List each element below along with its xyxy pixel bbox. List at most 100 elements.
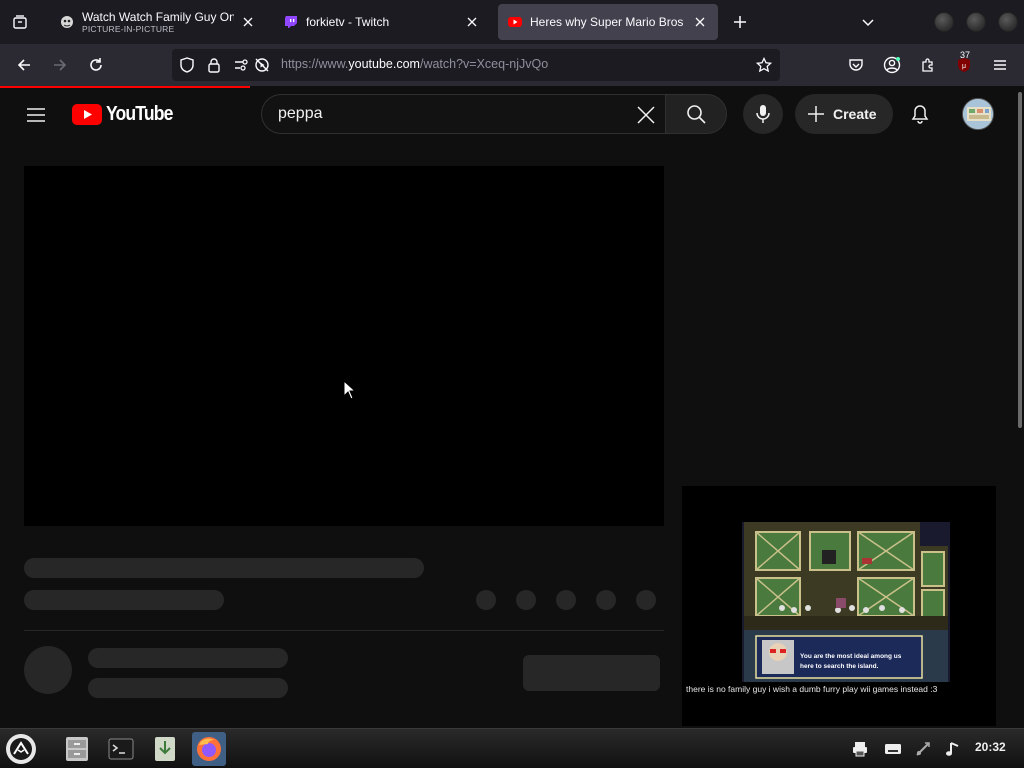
voice-search-button[interactable]	[743, 94, 783, 134]
autoplay-blocked-icon[interactable]	[254, 57, 270, 73]
picture-in-picture-window[interactable]: You are the most ideal among us here to …	[682, 486, 996, 726]
search-button[interactable]	[665, 94, 727, 134]
terminal-icon	[108, 738, 134, 760]
channel-name-skeleton	[88, 648, 288, 668]
close-tab-button[interactable]	[464, 14, 480, 30]
guide-menu-button[interactable]	[24, 103, 48, 127]
search-box	[261, 94, 665, 134]
taskbar-terminal[interactable]	[104, 732, 138, 766]
permissions-icon[interactable]	[233, 57, 249, 73]
tab-family-guy[interactable]: Watch Watch Family Guy Online PICTURE-IN…	[50, 4, 266, 40]
action-skeleton	[476, 590, 496, 610]
plus-icon	[808, 106, 824, 122]
extensions-button[interactable]	[916, 53, 940, 77]
back-button[interactable]	[12, 53, 36, 77]
maximize-window-button[interactable]	[966, 12, 986, 32]
account-icon	[883, 56, 901, 74]
arrow-right-icon	[54, 59, 67, 71]
reload-icon	[90, 58, 102, 71]
address-bar[interactable]: https://www.youtube.com/watch?v=Xceq-njJ…	[172, 49, 780, 81]
search-input[interactable]	[278, 105, 618, 123]
action-skeleton	[636, 590, 656, 610]
close-tab-button[interactable]	[240, 14, 256, 30]
taskbar-file-manager[interactable]	[60, 732, 94, 766]
lock-icon[interactable]	[206, 57, 222, 73]
account-button[interactable]	[880, 53, 904, 77]
clear-search-button[interactable]	[634, 103, 658, 127]
hamburger-menu-icon	[994, 60, 1006, 70]
bookmark-star-icon[interactable]	[756, 57, 772, 73]
tab-title: Watch Watch Family Guy Online	[82, 10, 234, 24]
youtube-favicon-icon	[508, 15, 522, 29]
video-player[interactable]	[24, 166, 664, 526]
puzzle-icon	[922, 58, 933, 72]
game-dialog-text: You are the most ideal among us here to …	[800, 653, 902, 670]
close-tab-button[interactable]	[692, 14, 708, 30]
taskbar-installer[interactable]	[148, 732, 182, 766]
minimize-window-button[interactable]	[934, 12, 954, 32]
forward-button[interactable]	[48, 53, 72, 77]
firefox-view-button[interactable]	[8, 10, 32, 34]
youtube-masthead: YouTube Create	[0, 88, 1018, 140]
volume-music-icon[interactable]	[943, 739, 963, 759]
close-window-button[interactable]	[998, 12, 1018, 32]
close-icon	[695, 17, 705, 27]
tab-strip: Watch Watch Family Guy Online PICTURE-IN…	[0, 0, 1024, 44]
clock[interactable]: 20:32	[975, 740, 1006, 754]
tab-title: forkietv - Twitch	[306, 15, 390, 29]
tab-youtube[interactable]: Heres why Super Mario Bros 3	[498, 4, 718, 40]
close-icon	[637, 106, 655, 124]
microphone-icon	[756, 105, 770, 123]
firefox-icon	[197, 737, 221, 761]
title-skeleton	[24, 558, 424, 578]
taskbar-firefox[interactable]	[192, 732, 226, 766]
notifications-button[interactable]	[904, 98, 936, 130]
hamburger-menu-icon	[27, 108, 45, 122]
installer-icon	[155, 737, 175, 761]
page-scrollbar[interactable]	[1018, 88, 1024, 728]
action-skeleton	[556, 590, 576, 610]
subscribe-button-skeleton	[523, 655, 660, 691]
taskbar: 20:32	[0, 728, 1024, 768]
avatar-image	[963, 99, 993, 129]
tracking-protection-shield-icon[interactable]	[179, 57, 195, 73]
arrow-left-icon	[17, 59, 30, 71]
reload-button[interactable]	[84, 53, 108, 77]
youtube-logo[interactable]: YouTube	[72, 103, 182, 125]
pocket-icon	[849, 59, 863, 71]
distro-logo-icon	[10, 738, 32, 760]
plus-icon	[734, 16, 746, 28]
chevron-down-icon	[862, 19, 874, 27]
pocket-button[interactable]	[844, 53, 868, 77]
new-tab-button[interactable]	[730, 12, 750, 32]
tab-subtitle: PICTURE-IN-PICTURE	[82, 24, 175, 34]
mouse-cursor-icon	[343, 380, 355, 400]
channel-subs-skeleton	[88, 678, 288, 698]
file-cabinet-icon	[66, 737, 88, 761]
svg-text:μ: μ	[962, 63, 966, 70]
youtube-logo-icon	[72, 103, 102, 125]
url-text: https://www.youtube.com/watch?v=Xceq-njJ…	[281, 57, 549, 71]
create-button[interactable]: Create	[795, 94, 893, 134]
youtube-logo-text: YouTube	[106, 102, 173, 125]
list-all-tabs-button[interactable]	[858, 12, 878, 32]
printer-icon[interactable]	[850, 739, 870, 759]
action-skeleton	[596, 590, 616, 610]
close-icon	[243, 17, 253, 27]
app-menu-button[interactable]	[988, 53, 1012, 77]
application-launcher-button[interactable]	[6, 734, 36, 764]
scrollbar-thumb[interactable]	[1018, 92, 1022, 428]
tab-title: Heres why Super Mario Bros 3	[530, 15, 686, 29]
avatar[interactable]	[962, 98, 994, 130]
navigation-toolbar: https://www.youtube.com/watch?v=Xceq-njJ…	[0, 44, 1024, 86]
close-icon	[467, 17, 477, 27]
network-icon[interactable]	[913, 739, 933, 759]
channel-avatar-skeleton	[24, 646, 72, 694]
action-skeleton	[516, 590, 536, 610]
keyboard-icon[interactable]	[883, 739, 903, 759]
bell-icon	[911, 105, 929, 124]
extension-badge: 37	[960, 50, 971, 60]
family-guy-favicon-icon	[60, 15, 74, 29]
tab-twitch[interactable]: forkietv - Twitch	[274, 4, 490, 40]
divider	[24, 630, 664, 631]
